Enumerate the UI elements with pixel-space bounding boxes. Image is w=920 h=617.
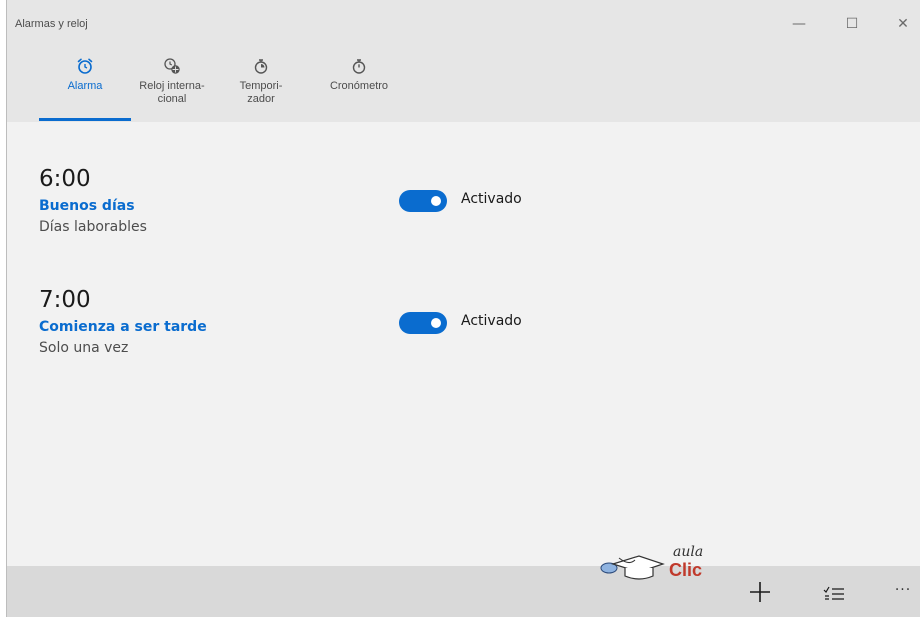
mortarboard-mouse-icon bbox=[600, 555, 665, 580]
alarm-item[interactable]: 6:00 Buenos días Días laborables bbox=[39, 166, 147, 235]
minimize-button[interactable]: — bbox=[789, 14, 809, 34]
alarm-toggle-label: Activado bbox=[461, 191, 522, 207]
alarm-time: 7:00 bbox=[39, 287, 91, 313]
select-alarms-button[interactable] bbox=[821, 584, 847, 604]
tab-alarma[interactable]: Alarma bbox=[47, 56, 123, 93]
alarm-clock-icon bbox=[47, 56, 123, 78]
tab-temporizador-label-2: zador bbox=[247, 93, 275, 105]
select-list-icon bbox=[823, 586, 844, 600]
timer-icon bbox=[229, 56, 293, 78]
tab-reloj-label-2: cional bbox=[157, 93, 187, 105]
logo-text-aula: aula bbox=[673, 544, 704, 560]
close-button[interactable]: ✕ bbox=[893, 14, 913, 34]
aulaclic-logo: aula Clic bbox=[599, 544, 729, 588]
more-options-button[interactable]: ··· bbox=[891, 582, 915, 598]
alarm-name: Buenos días bbox=[39, 198, 135, 214]
plus-icon bbox=[750, 582, 770, 602]
active-tab-indicator bbox=[39, 118, 131, 121]
alarm-toggle[interactable] bbox=[399, 190, 447, 212]
window-title: Alarmas y reloj bbox=[15, 18, 88, 30]
tab-reloj-label-1: Reloj interna- bbox=[139, 80, 205, 92]
stopwatch-icon bbox=[319, 56, 399, 78]
alarm-item[interactable]: 7:00 Comienza a ser tarde Solo una vez bbox=[39, 287, 207, 356]
toggle-knob bbox=[431, 196, 441, 206]
alarm-toggle[interactable] bbox=[399, 312, 447, 334]
tab-cronometro[interactable]: Cronómetro bbox=[319, 56, 399, 93]
title-bar: Alarmas y reloj — ☐ ✕ Alarma Reloj inter… bbox=[7, 0, 920, 122]
tab-alarma-label: Alarma bbox=[67, 80, 103, 92]
alarm-repeat: Días laborables bbox=[39, 219, 147, 235]
alarm-time: 6:00 bbox=[39, 166, 91, 192]
alarm-name: Comienza a ser tarde bbox=[39, 319, 207, 335]
alarm-repeat: Solo una vez bbox=[39, 340, 129, 356]
add-alarm-button[interactable] bbox=[745, 577, 775, 607]
alarm-toggle-label: Activado bbox=[461, 313, 522, 329]
tab-temporizador-label-1: Tempori- bbox=[239, 80, 283, 92]
world-clock-icon bbox=[129, 56, 215, 78]
toggle-knob bbox=[431, 318, 441, 328]
tab-temporizador[interactable]: Tempori- zador bbox=[229, 56, 293, 106]
tab-cronometro-label: Cronómetro bbox=[329, 80, 389, 92]
maximize-button[interactable]: ☐ bbox=[842, 14, 862, 34]
tab-reloj-internacional[interactable]: Reloj interna- cional bbox=[129, 56, 215, 106]
app-window: Alarmas y reloj — ☐ ✕ Alarma Reloj inter… bbox=[6, 0, 920, 617]
logo-text-clic: Clic bbox=[669, 560, 703, 580]
command-bar bbox=[7, 566, 920, 617]
